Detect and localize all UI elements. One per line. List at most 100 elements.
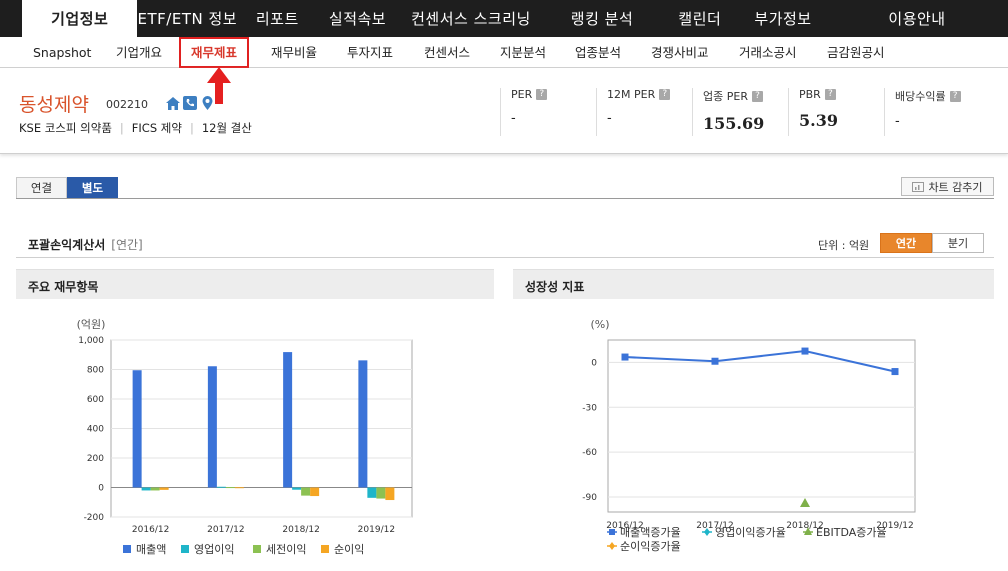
y-tick-label: 600 (87, 395, 104, 405)
metric-label: 12M PER (607, 88, 656, 101)
tab-ranking[interactable]: 랭킹 분석 (544, 0, 659, 37)
legend-label: 순이익증가율 (620, 540, 681, 553)
x-tick-label: 2018/12 (282, 525, 319, 535)
bar (292, 487, 302, 490)
bar (159, 487, 169, 490)
y-tick-label: 0 (591, 358, 597, 368)
bar (216, 486, 226, 488)
location-icon[interactable] (200, 96, 214, 110)
data-point (801, 347, 809, 355)
company-links (166, 96, 214, 110)
bar (358, 360, 368, 488)
subnav-overview[interactable]: 기업개요 (116, 37, 162, 68)
bar (150, 487, 160, 491)
subnav-peer-comparison[interactable]: 경쟁사비교 (651, 37, 709, 68)
tab-etf-etn[interactable]: ETF/ETN 정보 (137, 0, 237, 37)
metric-industry-per: 업종 PER? 155.69 (692, 88, 788, 136)
period-annual-button[interactable]: 연간 (880, 233, 932, 253)
legend-swatch (123, 545, 131, 553)
bar (207, 366, 217, 488)
subnav-consensus[interactable]: 컨센서스 (424, 37, 470, 68)
section-title: 포괄손익계산서 [연간] (28, 236, 143, 253)
subnav-exchange-filings[interactable]: 거래소공시 (739, 37, 797, 68)
tab-calendar[interactable]: 캘린더 (660, 0, 740, 37)
y-tick-label: 200 (87, 454, 104, 464)
legend-swatch (181, 545, 189, 553)
help-icon[interactable]: ? (824, 89, 836, 100)
chart-icon (912, 181, 925, 192)
line-chart: (%)-90-60-3002016/12 2017/12 2018/12 2019/1… (582, 318, 916, 553)
subnav-fss-filings[interactable]: 금감원공시 (827, 37, 885, 68)
home-icon[interactable] (166, 96, 180, 110)
subnav-financial-statements[interactable]: 재무제표 (179, 37, 250, 68)
top-nav: 기업정보 ETF/ETN 정보 리포트 실적속보 컨센서스 스크리닝 랭킹 분석 캘린더 부가… (0, 0, 1008, 37)
hide-chart-label: 차트 감추기 (928, 180, 983, 194)
tab-consolidated[interactable]: 연결 (16, 177, 67, 199)
y-axis-label: (%) (590, 318, 609, 331)
tab-separate[interactable]: 별도 (67, 177, 118, 199)
tab-earnings[interactable]: 실적속보 (317, 0, 397, 37)
legend-label: 순이익 (334, 543, 364, 556)
subnav-snapshot[interactable]: Snapshot (33, 37, 91, 68)
y-tick-label: -60 (582, 448, 597, 458)
bar (376, 487, 386, 499)
subnav-shareholding[interactable]: 지분분석 (500, 37, 546, 68)
legend-label: 영업이익 (194, 543, 234, 556)
y-tick-label: -30 (582, 403, 597, 413)
y-tick-label: 400 (87, 425, 104, 435)
data-point (891, 368, 899, 376)
metric-per: PER? - (500, 88, 596, 136)
bar (283, 352, 293, 488)
company-info: KSE 코스피 의약품 | FICS 제약 | 12월 결산 (19, 120, 252, 136)
divider (16, 198, 994, 199)
help-icon[interactable]: ? (659, 89, 671, 100)
bar (132, 370, 142, 488)
bar (301, 487, 311, 496)
legend-swatch (253, 545, 261, 553)
company-fiscal: 12월 결산 (201, 121, 252, 135)
help-icon[interactable]: ? (536, 89, 548, 100)
subnav-industry[interactable]: 업종분석 (575, 37, 621, 68)
metric-label: PER (511, 88, 533, 101)
y-tick-label: -90 (582, 493, 597, 503)
legend-marker (609, 529, 615, 535)
tab-report[interactable]: 리포트 (237, 0, 317, 37)
legend-swatch (321, 545, 329, 553)
growth-panel: 성장성 지표 (%) -90 -60 -30 0 2016/12 2017/12 2018/1… (513, 269, 994, 571)
panel-title: 성장성 지표 (513, 269, 994, 299)
metric-value: - (607, 111, 612, 126)
phone-icon[interactable] (183, 96, 197, 110)
tab-guide[interactable]: 이용안내 (826, 0, 1008, 37)
tab-extra-info[interactable]: 부가정보 (740, 0, 826, 37)
tab-company-info[interactable]: 기업정보 (22, 0, 138, 37)
legend-label: EBITDA증가율 (816, 526, 887, 539)
divider: | (119, 121, 124, 135)
bar (141, 487, 151, 491)
bar (367, 487, 377, 498)
metric-value: - (895, 114, 900, 129)
subnav-investment-indicators[interactable]: 투자지표 (347, 37, 393, 68)
view-tabs: 연결 별도 (16, 177, 118, 199)
data-point (621, 353, 629, 361)
tab-consensus-screening[interactable]: 컨센서스 스크리닝 (398, 0, 545, 37)
company-header: 동성제약 002210 KSE 코스피 의약품 | FICS 제약 | 12월 결산 P… (0, 68, 1008, 154)
period-toggle: 연간 분기 (880, 233, 984, 253)
legend-label: 매출액증가율 (620, 526, 681, 539)
company-name: 동성제약 (19, 94, 89, 116)
subnav-financial-ratios[interactable]: 재무비율 (271, 37, 317, 68)
sub-nav: Snapshot 기업개요 재무제표 재무비율 투자지표 컨센서스 지분분석 업종분석 경쟁사비… (0, 37, 1008, 68)
metric-label: 배당수익률 (895, 90, 946, 103)
section-title-text: 포괄손익계산서 (28, 238, 106, 252)
unit-label: 단위 : 억원 (818, 239, 870, 252)
help-icon[interactable]: ? (949, 90, 961, 102)
metric-label: 업종 PER (703, 90, 748, 103)
metric-value: - (511, 111, 516, 126)
company-code: 002210 (106, 98, 148, 111)
hide-chart-button[interactable]: 차트 감추기 (901, 177, 994, 196)
y-tick-label: 1,000 (78, 336, 104, 346)
legend-label: 매출액 (136, 543, 166, 556)
help-icon[interactable]: ? (751, 90, 763, 102)
bar (310, 487, 320, 497)
metric-12m-per: 12M PER? - (596, 88, 692, 136)
period-quarterly-button[interactable]: 분기 (932, 233, 984, 253)
